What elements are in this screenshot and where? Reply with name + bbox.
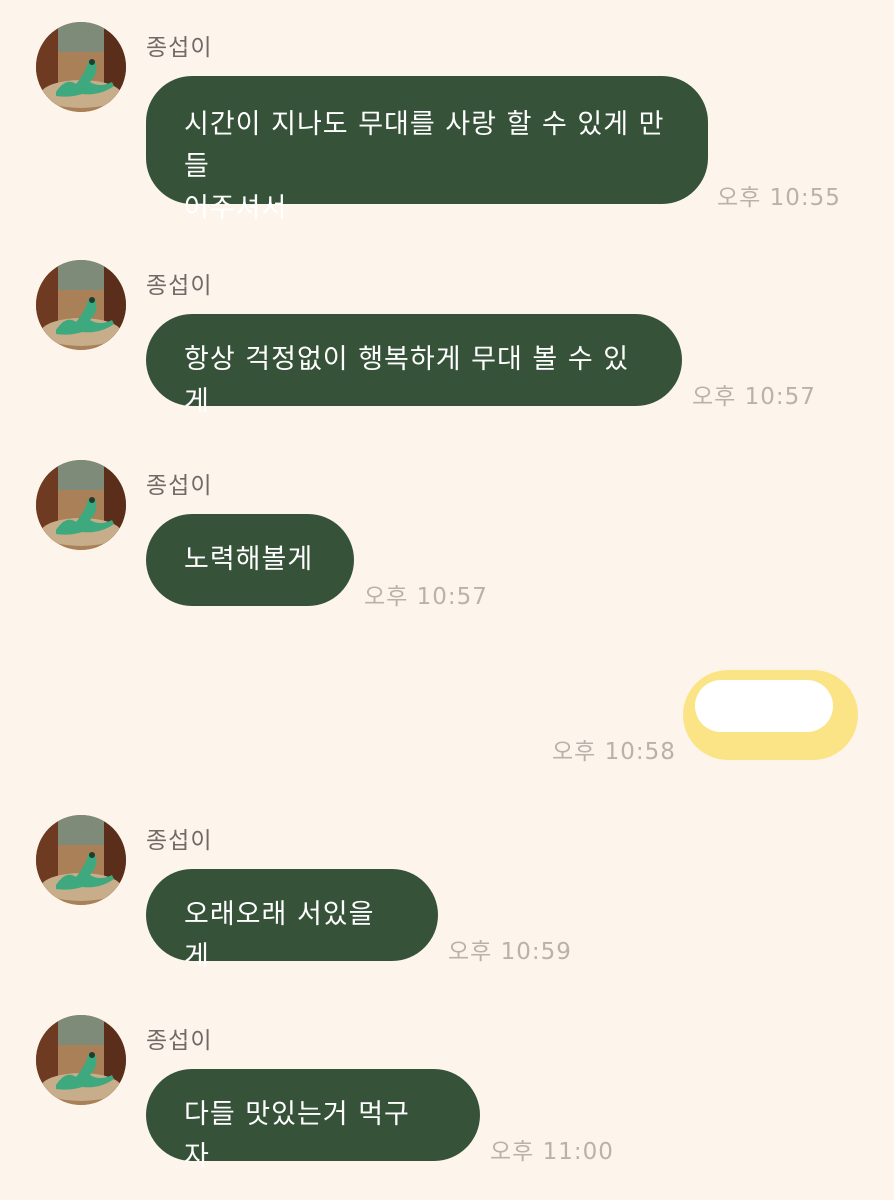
message-text: 오래오래 서있을게 [184,899,375,972]
sender-name: 종섭이 [146,828,213,854]
avatar[interactable] [36,22,126,112]
message-time: 오후 11:00 [490,1139,614,1165]
avatar[interactable] [36,460,126,550]
message-text: 다들 맛있는거 먹구 자 [184,1099,410,1172]
message-bubble[interactable]: 오래오래 서있을게 [146,869,438,972]
lizard-avatar-image [36,22,126,112]
message-bubble[interactable]: 노력해볼게 [146,514,354,606]
lizard-avatar-image [36,460,126,550]
message-time: 오후 10:57 [692,384,816,410]
lizard-avatar-image [36,1015,126,1105]
message-bubble[interactable]: 시간이 지나도 무대를 사랑 할 수 있게 만들 어주셔서 [146,76,708,224]
lizard-avatar-image [36,815,126,905]
message-text: 시간이 지나도 무대를 사랑 할 수 있게 만들 [184,109,665,182]
message-time: 오후 10:57 [364,584,488,610]
avatar[interactable] [36,260,126,350]
chat-thread: 종섭이 시간이 지나도 무대를 사랑 할 수 있게 만들 어주셔서 오후 10:… [0,0,894,1200]
message-time: 오후 10:59 [448,939,572,965]
avatar[interactable] [36,815,126,905]
message-time: 오후 10:58 [552,739,676,765]
message-text: 항상 걱정없이 행복하게 무대 볼 수 있게 [184,344,630,417]
sender-name: 종섭이 [146,35,213,61]
lizard-avatar-image [36,260,126,350]
message-time: 오후 10:55 [717,185,841,211]
sent-message-redacted-area [695,680,833,732]
message-bubble[interactable]: 다들 맛있는거 먹구 자 [146,1069,480,1172]
sender-name: 종섭이 [146,1028,213,1054]
sender-name: 종섭이 [146,273,213,299]
message-text: 노력해볼게 [184,544,314,575]
message-text-line2: 어주셔서 [184,193,288,224]
message-bubble[interactable]: 항상 걱정없이 행복하게 무대 볼 수 있게 [146,314,682,417]
sender-name: 종섭이 [146,473,213,499]
avatar[interactable] [36,1015,126,1105]
